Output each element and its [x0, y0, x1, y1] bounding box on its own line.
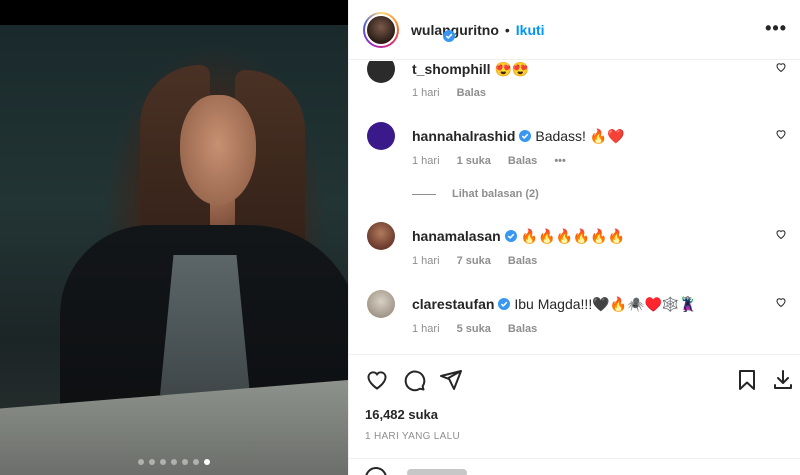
carousel-dot — [182, 459, 188, 465]
carousel-dot — [193, 459, 199, 465]
comment-more-icon[interactable]: ••• — [554, 155, 566, 167]
add-comment-bar — [349, 458, 800, 475]
comment-likes[interactable]: 1 suka — [457, 155, 491, 167]
comment-meta: 1 hari Balas — [412, 87, 500, 99]
commenter-username[interactable]: clarestaufan — [412, 296, 494, 312]
commenter-username[interactable]: hanamalasan — [412, 228, 501, 244]
photo-face — [180, 95, 256, 205]
comment-time: 1 hari — [412, 155, 440, 167]
commenter-avatar[interactable] — [367, 61, 395, 83]
share-plane-icon[interactable] — [439, 368, 463, 392]
comment-body: Ibu Magda!!!🖤🔥🕷️♥️🕸️🦹 — [514, 296, 697, 312]
download-icon[interactable] — [771, 368, 795, 392]
author-avatar[interactable] — [363, 11, 399, 48]
like-comment-heart-icon[interactable] — [775, 228, 787, 240]
comment-likes[interactable]: 5 suka — [457, 323, 491, 335]
header-separator: • — [504, 21, 510, 38]
carousel-dot — [138, 459, 144, 465]
comment-meta: 1 hari 5 suka Balas — [412, 323, 551, 335]
more-options-icon[interactable]: ••• — [765, 18, 787, 39]
replies-divider — [412, 193, 436, 195]
verified-icon — [504, 230, 517, 242]
like-comment-heart-icon[interactable] — [775, 296, 787, 308]
commenter-avatar[interactable] — [367, 290, 395, 318]
commenter-username[interactable]: t_shomphill — [412, 61, 491, 77]
comment-meta: 1 hari 1 suka Balas ••• — [412, 155, 580, 167]
like-comment-heart-icon[interactable] — [775, 128, 787, 140]
reply-button[interactable]: Balas — [457, 87, 486, 99]
photo-shirt — [160, 255, 250, 395]
commenter-avatar[interactable] — [367, 222, 395, 250]
view-replies-label: Lihat balasan (2) — [452, 188, 539, 200]
verified-icon — [498, 298, 511, 310]
carousel-dot — [149, 459, 155, 465]
comment-likes[interactable]: 7 suka — [457, 255, 491, 267]
like-comment-heart-icon[interactable] — [775, 61, 787, 73]
reply-button[interactable]: Balas — [508, 155, 537, 167]
carousel-dots — [0, 459, 348, 465]
comment-meta: 1 hari 7 suka Balas — [412, 255, 551, 267]
reply-button[interactable]: Balas — [508, 255, 537, 267]
author-avatar-image — [365, 13, 397, 46]
comment-time: 1 hari — [412, 255, 440, 267]
comment-text: hannahalrashid Badass! 🔥❤️ — [412, 128, 625, 145]
verified-icon — [443, 30, 455, 42]
comment-text: hanamalasan 🔥🔥🔥🔥🔥🔥 — [412, 228, 625, 245]
comment-body: 😍😍 — [494, 61, 530, 77]
verified-icon — [519, 130, 532, 142]
comments-list: t_shomphill 😍😍 1 hari Balas hannahalrash… — [349, 61, 800, 353]
comment-text: clarestaufan Ibu Magda!!!🖤🔥🕷️♥️🕸️🦹 — [412, 296, 697, 313]
comment-time: 1 hari — [412, 87, 440, 99]
post-date[interactable]: 1 HARI YANG LALU — [365, 431, 460, 442]
carousel-dot — [171, 459, 177, 465]
like-heart-icon[interactable] — [365, 368, 389, 392]
likes-count[interactable]: 16,482 suka — [365, 407, 438, 422]
comment-body: Badass! 🔥❤️ — [535, 128, 625, 144]
post-side-panel: wulanguritno • Ikuti ••• t_shomphill 😍😍 … — [348, 0, 800, 475]
comment-time: 1 hari — [412, 323, 440, 335]
view-replies-button[interactable]: Lihat balasan (2) — [412, 188, 539, 200]
emoji-icon[interactable] — [365, 467, 387, 475]
comment-body: 🔥🔥🔥🔥🔥🔥 — [520, 228, 626, 244]
commenter-username[interactable]: hannahalrashid — [412, 128, 515, 144]
follow-button[interactable]: Ikuti — [516, 22, 545, 38]
post-header: wulanguritno • Ikuti ••• — [349, 0, 800, 60]
reply-button[interactable]: Balas — [508, 323, 537, 335]
comment-input[interactable] — [407, 469, 467, 475]
post-action-bar — [349, 354, 800, 404]
save-bookmark-icon[interactable] — [735, 368, 759, 392]
comment-text: t_shomphill 😍😍 — [412, 61, 529, 78]
carousel-dot — [204, 459, 210, 465]
commenter-avatar[interactable] — [367, 122, 395, 150]
carousel-dot — [160, 459, 166, 465]
comment-bubble-icon[interactable] — [402, 368, 426, 392]
post-photo[interactable] — [0, 0, 348, 475]
